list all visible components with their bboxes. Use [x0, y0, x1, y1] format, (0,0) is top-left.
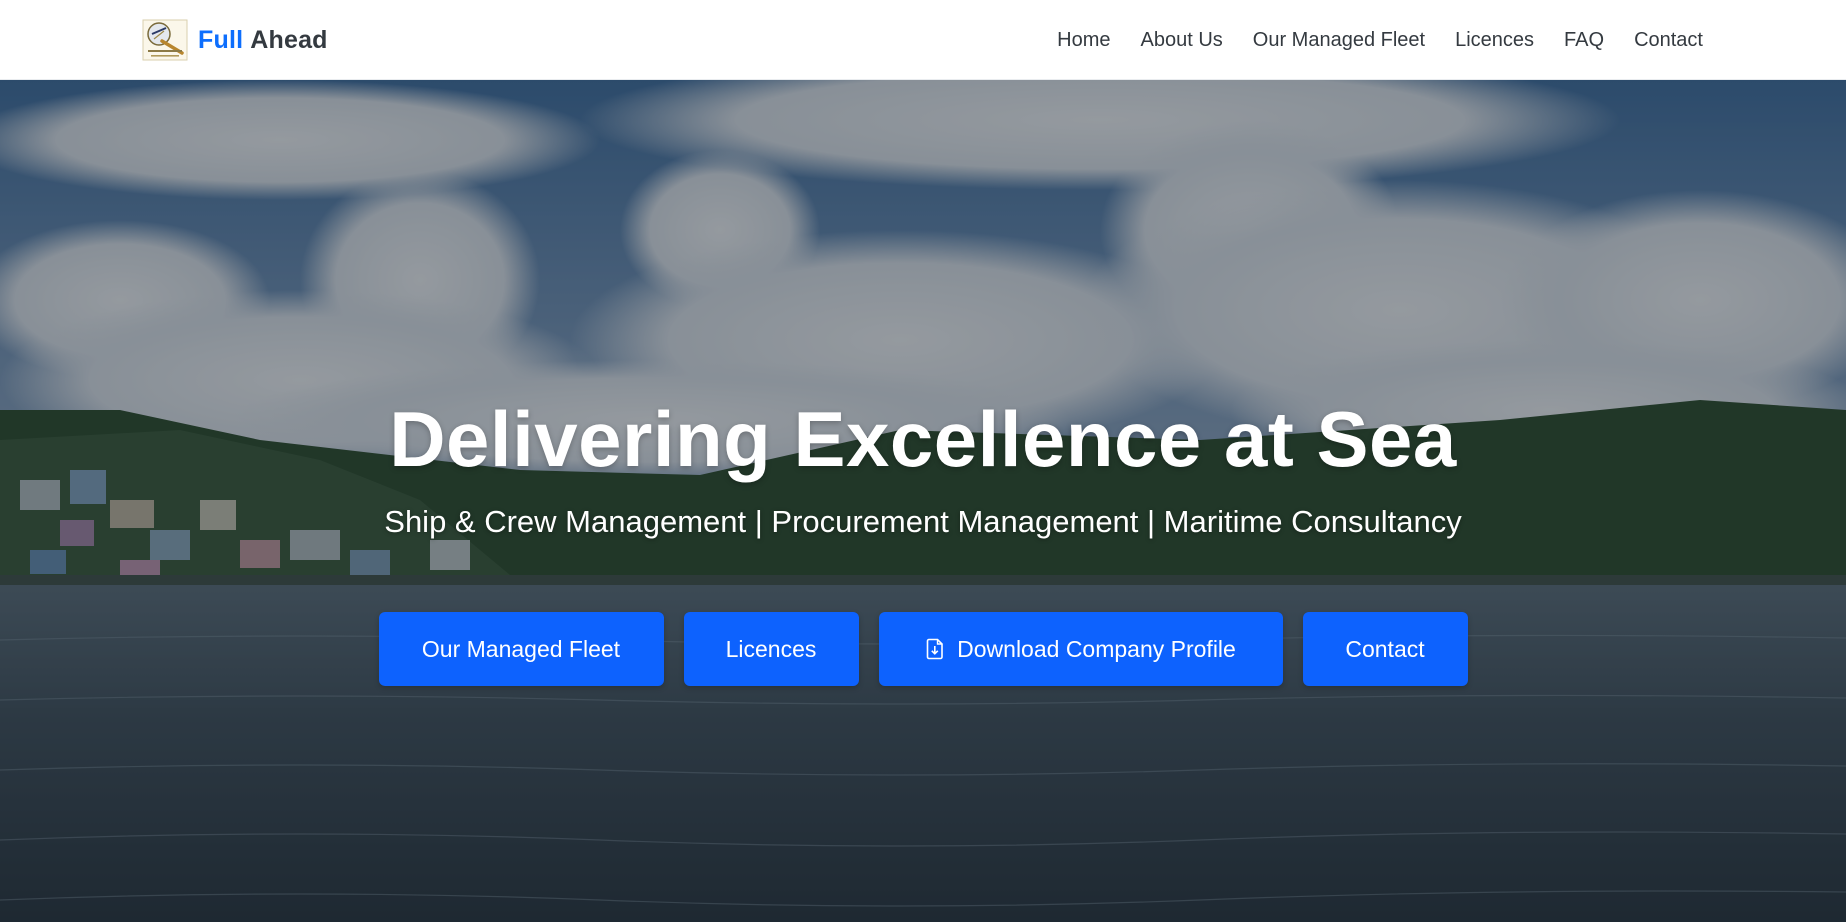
nav-link-faq[interactable]: FAQ — [1564, 29, 1604, 51]
nav-links: Home About Us Our Managed Fleet Licences… — [1027, 0, 1703, 80]
our-managed-fleet-button-label: Our Managed Fleet — [421, 635, 621, 662]
download-company-profile-button-label: Download Company Profile — [957, 635, 1236, 662]
nav-item-about: About Us — [1141, 29, 1223, 52]
contact-button[interactable]: Contact — [1302, 612, 1468, 686]
licences-button-label: Licences — [725, 635, 817, 662]
nav-item-fleet: Our Managed Fleet — [1253, 29, 1425, 52]
hero-subtitle: Ship & Crew Management | Procurement Man… — [384, 504, 1462, 539]
nav-link-home[interactable]: Home — [1057, 29, 1110, 51]
hero-content: Delivering Excellence at Sea Ship & Crew… — [0, 400, 1846, 686]
nav-item-faq: FAQ — [1564, 29, 1604, 52]
hero-section: Delivering Excellence at Sea Ship & Crew… — [0, 80, 1846, 922]
nav-item-home: Home — [1057, 29, 1110, 52]
contact-button-label: Contact — [1345, 635, 1425, 662]
brand-name-accent: Full — [198, 25, 244, 54]
hero-button-group: Our Managed Fleet Licences Download Comp… — [0, 612, 1846, 686]
brand-name-rest: Ahead — [250, 25, 328, 54]
nav-link-about-us[interactable]: About Us — [1141, 29, 1223, 51]
navbar: Full Ahead Home About Us Our Managed Flee… — [0, 0, 1846, 80]
licences-button[interactable]: Licences — [683, 612, 859, 686]
download-company-profile-button[interactable]: Download Company Profile — [878, 612, 1283, 686]
file-download-icon — [926, 638, 943, 660]
nav-link-contact[interactable]: Contact — [1634, 29, 1703, 51]
brand-name: Full Ahead — [198, 26, 328, 55]
nav-item-licences: Licences — [1455, 29, 1534, 52]
hero-title: Delivering Excellence at Sea — [389, 395, 1457, 483]
brand-link[interactable]: Full Ahead — [142, 18, 328, 62]
our-managed-fleet-button[interactable]: Our Managed Fleet — [378, 612, 664, 686]
nav-link-managed-fleet[interactable]: Our Managed Fleet — [1253, 29, 1425, 51]
nav-item-contact: Contact — [1634, 29, 1703, 52]
nav-link-licences[interactable]: Licences — [1455, 29, 1534, 51]
compass-logo-icon — [142, 19, 188, 61]
